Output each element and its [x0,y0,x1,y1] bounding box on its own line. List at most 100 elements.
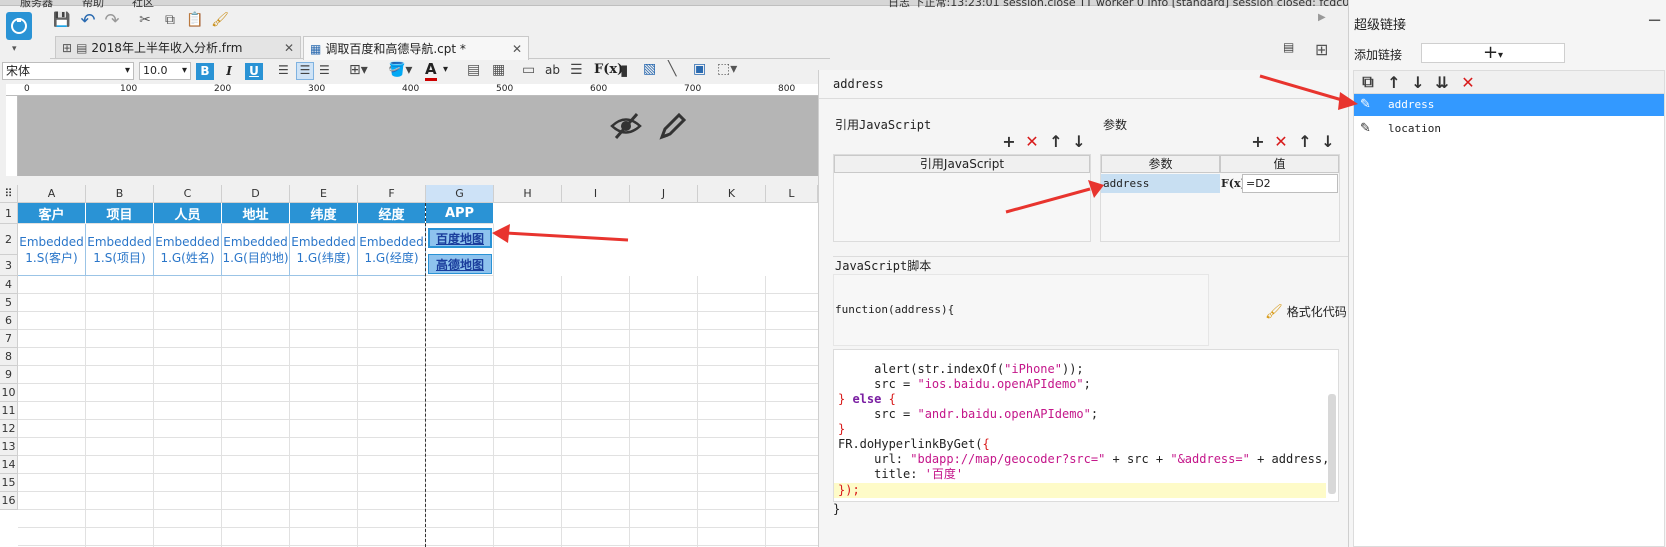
column-header-j[interactable]: J [630,185,698,203]
dropdown-caret-icon[interactable]: ▾ [12,44,17,54]
minimize-icon[interactable]: − [1647,10,1662,31]
spreadsheet-grid[interactable]: ⠿ A B C D E F G H I J K L 1 2 3 4 5 6 7 … [0,185,818,547]
row-header[interactable]: 14 [0,456,18,474]
header-cell-address[interactable]: 地址 [222,203,290,224]
file-tab-1[interactable]: ⊞ ▤ 2018年上半年收入分析.frm ✕ [55,36,301,59]
save-icon[interactable]: 💾 [52,10,72,30]
param-name-cell[interactable]: address [1101,174,1220,193]
delete-param-icon[interactable]: ✕ [1272,132,1290,151]
text-ab-icon[interactable]: ab [545,63,560,77]
chart-icon[interactable]: ▮ [620,61,628,79]
editor-scrollbar[interactable] [1328,394,1336,494]
slash-icon[interactable]: ╲ [668,61,676,77]
file-tab-2[interactable]: ▦ 调取百度和高德导航.cpt * ✕ [303,36,529,60]
baidu-map-link-cell[interactable]: 百度地图 [428,228,492,248]
redo-icon[interactable]: ↷ [102,10,122,31]
row-header[interactable]: 5 [0,294,18,312]
move-down-js-ref-icon[interactable]: ↓ [1070,132,1088,151]
designer-app-icon[interactable] [6,12,32,40]
add-link-button[interactable]: +▾ [1421,43,1565,63]
column-header-h[interactable]: H [494,185,562,203]
row-header[interactable]: 8 [0,348,18,366]
split-icon[interactable]: ▦ [492,62,505,78]
row-header[interactable]: 4 [0,276,18,294]
italic-button[interactable]: I [222,63,236,80]
row-header[interactable]: 12 [0,420,18,438]
close-tab-2-icon[interactable]: ✕ [512,42,522,56]
row-header[interactable]: 13 [0,438,18,456]
undo-icon[interactable]: ↶ [78,10,98,31]
align-right-icon[interactable]: ☰ [319,63,330,77]
data-cell-f2[interactable]: Embedded 1.G(经度) [358,224,426,276]
row-header[interactable]: 15 [0,474,18,492]
menu-community[interactable]: 社区 [132,0,154,10]
chevron-down-icon[interactable]: ▾ [443,64,448,75]
sort-link-icon[interactable]: ⇊ [1433,73,1451,92]
collapse-arrow-icon[interactable]: ▶ [1318,12,1326,23]
data-cell-e2[interactable]: Embedded 1.G(纬度) [290,224,358,276]
border-icon[interactable]: ⊞▾ [349,62,368,78]
richtext-icon[interactable]: ☰ [570,62,583,78]
move-down-link-icon[interactable]: ↓ [1409,73,1427,92]
close-tab-1-icon[interactable]: ✕ [284,41,294,55]
cut-icon[interactable]: ✂ [135,10,155,30]
textbox-icon[interactable]: ▭ [522,62,535,78]
edit-pencil-icon[interactable] [658,111,688,144]
merge-icon[interactable]: ▤ [467,62,480,78]
format-painter-icon[interactable]: 🖌 [210,10,230,30]
data-cell-d2[interactable]: Embedded 1.G(目的地) [222,224,290,276]
image-icon[interactable]: ▧ [643,61,656,77]
column-header-d[interactable]: D [222,185,290,203]
font-size-select[interactable]: 10.0 ▾ [139,62,191,80]
header-cell-customer[interactable]: 客户 [18,203,86,224]
select-all-corner[interactable]: ⠿ [0,185,18,203]
row-header[interactable]: 3 [0,255,18,276]
column-header-k[interactable]: K [698,185,766,203]
layout-icon[interactable]: ⊞ [1315,40,1328,59]
add-js-ref-icon[interactable]: + [1000,132,1018,151]
frame-icon[interactable]: ⬚▾ [717,61,737,77]
header-cell-app[interactable]: APP [426,203,494,224]
data-cell-b2[interactable]: Embedded 1.S(项目) [86,224,154,276]
hide-eye-icon[interactable] [610,111,642,148]
move-up-link-icon[interactable]: ↑ [1385,73,1403,92]
underline-button[interactable]: U [245,63,263,80]
add-param-icon[interactable]: + [1249,132,1267,151]
menu-server[interactable]: 服务器 [20,0,53,10]
row-header[interactable]: 7 [0,330,18,348]
row-header[interactable]: 6 [0,312,18,330]
column-header-l[interactable]: L [766,185,818,203]
format-code-button[interactable]: 🖌 格式化代码 [1265,303,1347,320]
font-color-icon[interactable]: A [425,60,437,81]
move-down-param-icon[interactable]: ↓ [1319,132,1337,151]
font-name-select[interactable]: 宋体 ▾ [2,62,134,80]
copy-link-icon[interactable]: ⧉ [1359,72,1377,91]
link-name-field[interactable]: address [833,77,884,91]
row-header[interactable]: 9 [0,366,18,384]
header-cell-project[interactable]: 项目 [86,203,154,224]
header-cell-staff[interactable]: 人员 [154,203,222,224]
column-header-c[interactable]: C [154,185,222,203]
header-cell-longitude[interactable]: 经度 [358,203,426,224]
move-up-js-ref-icon[interactable]: ↑ [1047,132,1065,151]
delete-js-ref-icon[interactable]: ✕ [1023,132,1041,151]
row-header[interactable]: 1 [0,203,18,224]
bold-button[interactable]: B [196,63,214,80]
align-left-icon[interactable]: ☰ [278,63,289,77]
tab-menu-icon[interactable]: ▤ [1283,40,1294,54]
column-header-e[interactable]: E [290,185,358,203]
header-cell-latitude[interactable]: 纬度 [290,203,358,224]
column-header-i[interactable]: I [562,185,630,203]
delete-link-icon[interactable]: ✕ [1459,73,1477,92]
param-value-input[interactable]: =D2 [1242,174,1338,193]
link-item-address[interactable]: ✎ address [1354,94,1664,116]
row-header[interactable]: 16 [0,492,18,510]
gaode-map-link-cell[interactable]: 高德地图 [428,254,492,274]
menu-help[interactable]: 帮助 [82,0,104,10]
data-cell-c2[interactable]: Embedded 1.G(姓名) [154,224,222,276]
column-header-f[interactable]: F [358,185,426,203]
row-header[interactable]: 2 [0,224,18,255]
empty-cells-area[interactable] [18,276,818,547]
subreport-icon[interactable]: ▣ [693,61,706,77]
paste-icon[interactable]: 📋 [185,10,205,30]
